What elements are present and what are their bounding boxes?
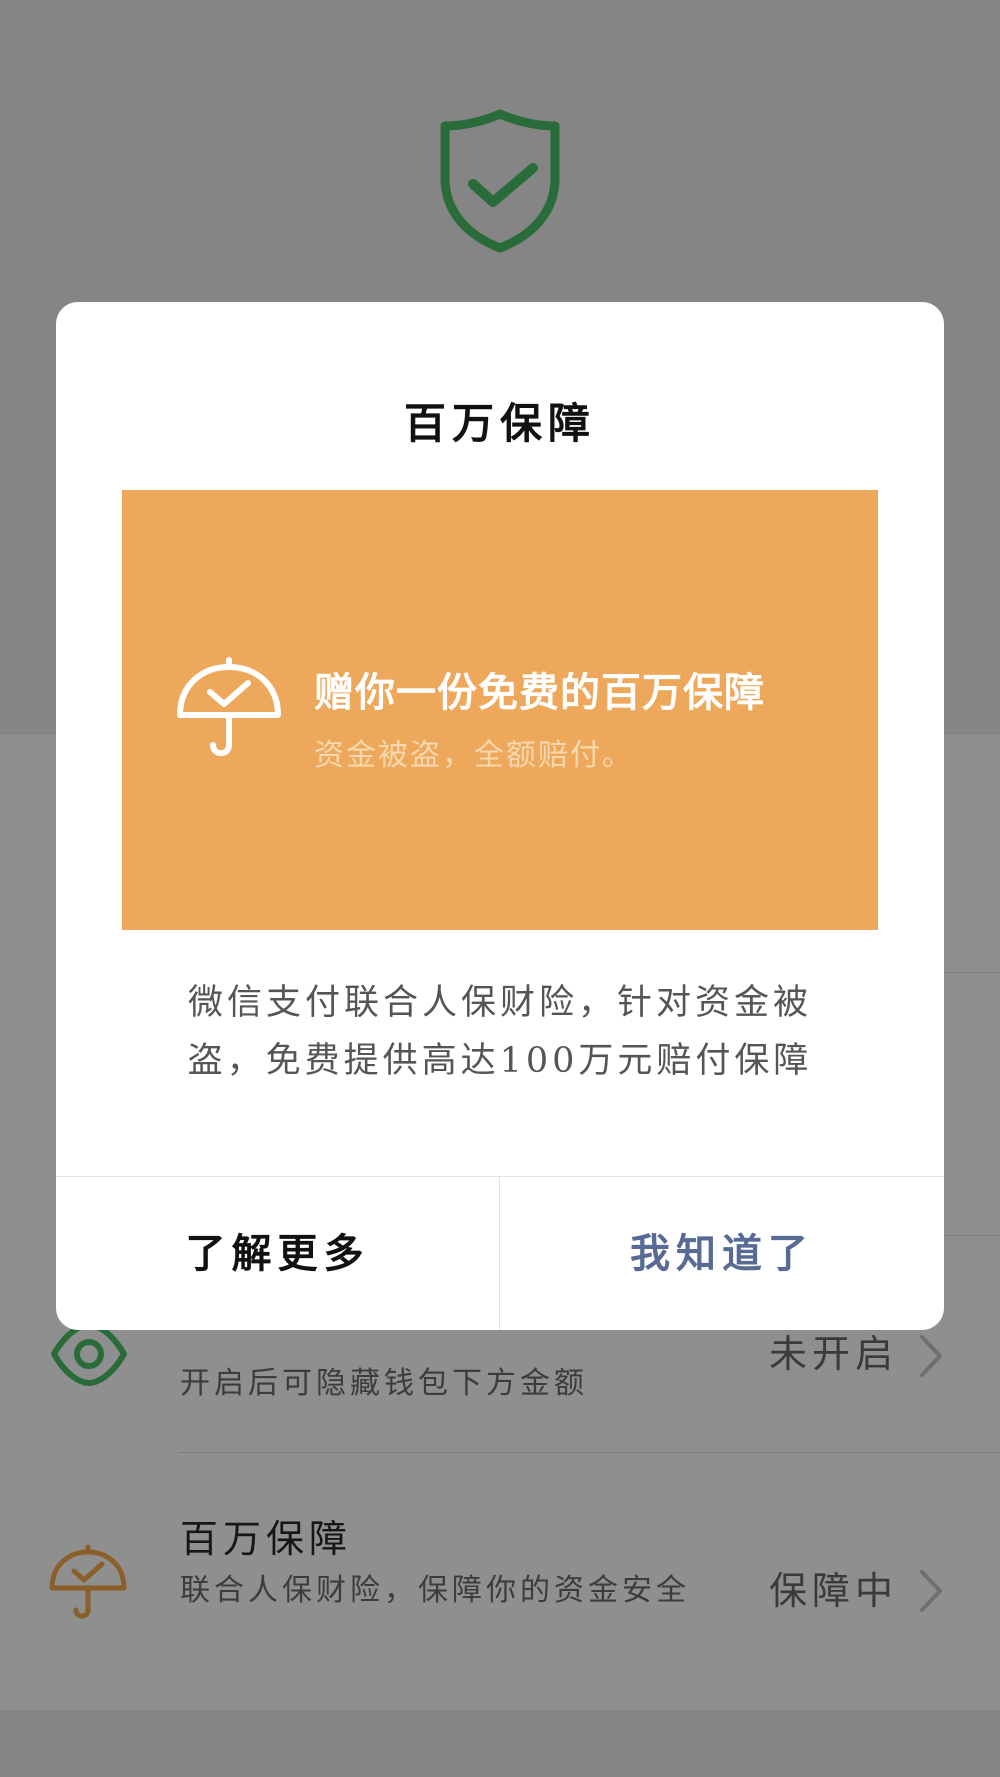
- row-description: 开启后可隐藏钱包下方金额: [180, 1366, 588, 1401]
- row-title: 百万保障: [180, 1517, 353, 1561]
- chevron-right-icon: [912, 1566, 950, 1616]
- umbrella-check-icon: [174, 655, 284, 765]
- dialog-description-line: 盗，免费提供高达100万元赔付保障: [187, 1041, 813, 1081]
- background-footer-area: [0, 1710, 1000, 1777]
- eye-icon: [50, 1321, 128, 1391]
- dialog-title: 百万保障: [403, 399, 596, 448]
- promo-banner: 赠你一份免费的百万保障 资金被盗，全额赔付。: [122, 490, 878, 930]
- banner-subheading: 资金被盗，全额赔付。: [314, 738, 634, 773]
- umbrella-check-icon: [48, 1544, 128, 1628]
- dialog-button-bar: 了解更多 我知道了: [56, 1176, 944, 1330]
- got-it-button[interactable]: 我知道了: [500, 1177, 944, 1330]
- dialog-description: 微信支付联合人保财险，针对资金被 盗，免费提供高达100万元赔付保障: [126, 974, 874, 1090]
- learn-more-button[interactable]: 了解更多: [56, 1177, 500, 1330]
- settings-row-million-protection[interactable]: 百万保障 联合人保财险，保障你的资金安全 保障中: [0, 1452, 1000, 1710]
- row-status: 保障中: [768, 1569, 898, 1613]
- banner-heading: 赠你一份免费的百万保障: [314, 670, 765, 716]
- dialog-description-line: 微信支付联合人保财险，针对资金被: [187, 983, 812, 1023]
- chevron-right-icon: [912, 1331, 950, 1381]
- row-status: 未开启: [768, 1332, 898, 1376]
- million-protection-dialog: 百万保障 赠你一份免费的百万保障 资金被盗，全额赔付。 微信支付联合人保财险，针…: [56, 302, 944, 1330]
- shield-check-icon: [437, 108, 563, 254]
- row-description: 联合人保财险，保障你的资金安全: [180, 1573, 690, 1608]
